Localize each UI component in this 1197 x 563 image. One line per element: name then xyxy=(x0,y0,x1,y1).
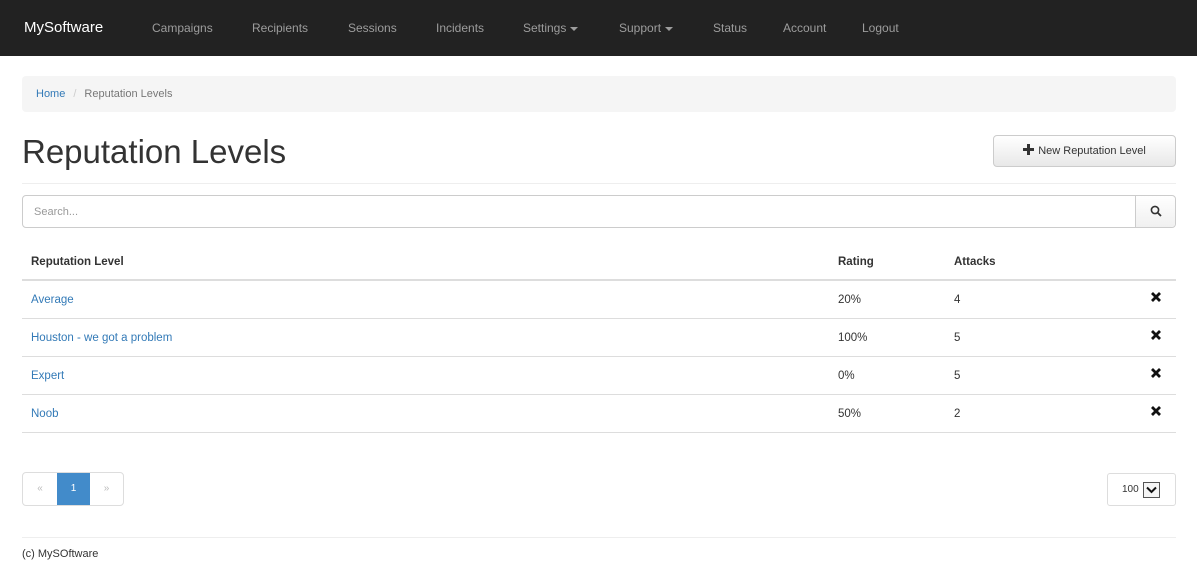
nav-item-support-label: Support xyxy=(619,21,662,35)
breadcrumb-current: Reputation Levels xyxy=(84,88,173,100)
nav-item-logout[interactable]: Logout xyxy=(862,20,899,36)
breadcrumb-separator: / xyxy=(73,88,77,100)
brand-link[interactable]: MySoftware xyxy=(24,19,103,37)
nav-item-account[interactable]: Account xyxy=(783,20,826,36)
caret-down-icon xyxy=(570,26,579,31)
delete-icon[interactable] xyxy=(1150,329,1164,345)
caret-down-icon xyxy=(665,26,674,31)
delete-icon[interactable] xyxy=(1150,291,1164,307)
table-header: Reputation Level Rating Attacks xyxy=(22,243,1176,281)
reputation-level-link[interactable]: Average xyxy=(31,294,74,306)
new-reputation-level-button[interactable]: New Reputation Level xyxy=(993,135,1176,167)
column-header-attacks: Attacks xyxy=(954,256,996,268)
per-page-select[interactable]: 100 xyxy=(1107,473,1176,506)
nav-item-settings-label: Settings xyxy=(523,21,567,35)
column-header-rating: Rating xyxy=(838,256,874,268)
delete-icon[interactable] xyxy=(1150,405,1164,421)
top-navbar: MySoftware Campaigns Recipients Sessions… xyxy=(0,0,1197,56)
rating-value: 50% xyxy=(838,408,862,420)
chevron-down-icon xyxy=(1143,482,1160,498)
breadcrumb: Home / Reputation Levels xyxy=(22,76,1176,112)
reputation-levels-table: Reputation Level Rating Attacks Average … xyxy=(22,243,1176,433)
reputation-level-link[interactable]: Noob xyxy=(31,408,59,420)
new-reputation-level-label: New Reputation Level xyxy=(1038,145,1146,157)
search-icon xyxy=(1150,205,1162,217)
table-row: Houston - we got a problem 100% 5 xyxy=(22,319,1176,357)
nav-item-recipients[interactable]: Recipients xyxy=(252,20,308,36)
rating-value: 20% xyxy=(838,294,862,306)
nav-item-sessions[interactable]: Sessions xyxy=(348,20,397,36)
table-row: Expert 0% 5 xyxy=(22,357,1176,395)
attacks-value: 5 xyxy=(954,370,961,382)
nav-item-incidents[interactable]: Incidents xyxy=(436,20,484,36)
footer-divider xyxy=(22,537,1176,538)
rating-value: 100% xyxy=(838,332,868,344)
table-row: Average 20% 4 xyxy=(22,281,1176,319)
pagination-next-button[interactable]: » xyxy=(90,473,123,505)
pagination-prev-button[interactable]: « xyxy=(23,473,57,505)
delete-icon[interactable] xyxy=(1150,367,1164,383)
nav-item-status[interactable]: Status xyxy=(713,20,747,36)
pagination: « 1 » xyxy=(22,472,124,506)
attacks-value: 5 xyxy=(954,332,961,344)
nav-item-support[interactable]: Support xyxy=(619,20,674,36)
column-header-reputation-level: Reputation Level xyxy=(31,256,124,268)
nav-item-settings[interactable]: Settings xyxy=(523,20,579,36)
attacks-value: 4 xyxy=(954,294,961,306)
page-title: Reputation Levels xyxy=(22,133,287,170)
header-divider xyxy=(22,183,1176,184)
search-group xyxy=(22,195,1176,228)
reputation-level-link[interactable]: Houston - we got a problem xyxy=(31,332,172,344)
plus-icon xyxy=(1023,144,1035,155)
search-button[interactable] xyxy=(1135,196,1175,227)
table-row: Noob 50% 2 xyxy=(22,395,1176,433)
nav-item-campaigns[interactable]: Campaigns xyxy=(152,20,213,36)
per-page-value: 100 xyxy=(1122,484,1139,495)
pagination-page-button[interactable]: 1 xyxy=(57,473,90,505)
reputation-level-link[interactable]: Expert xyxy=(31,370,64,382)
breadcrumb-home-link[interactable]: Home xyxy=(36,88,65,100)
search-input[interactable] xyxy=(23,196,1135,227)
footer-copyright: (c) MySOftware xyxy=(22,548,99,560)
attacks-value: 2 xyxy=(954,408,961,420)
rating-value: 0% xyxy=(838,370,855,382)
